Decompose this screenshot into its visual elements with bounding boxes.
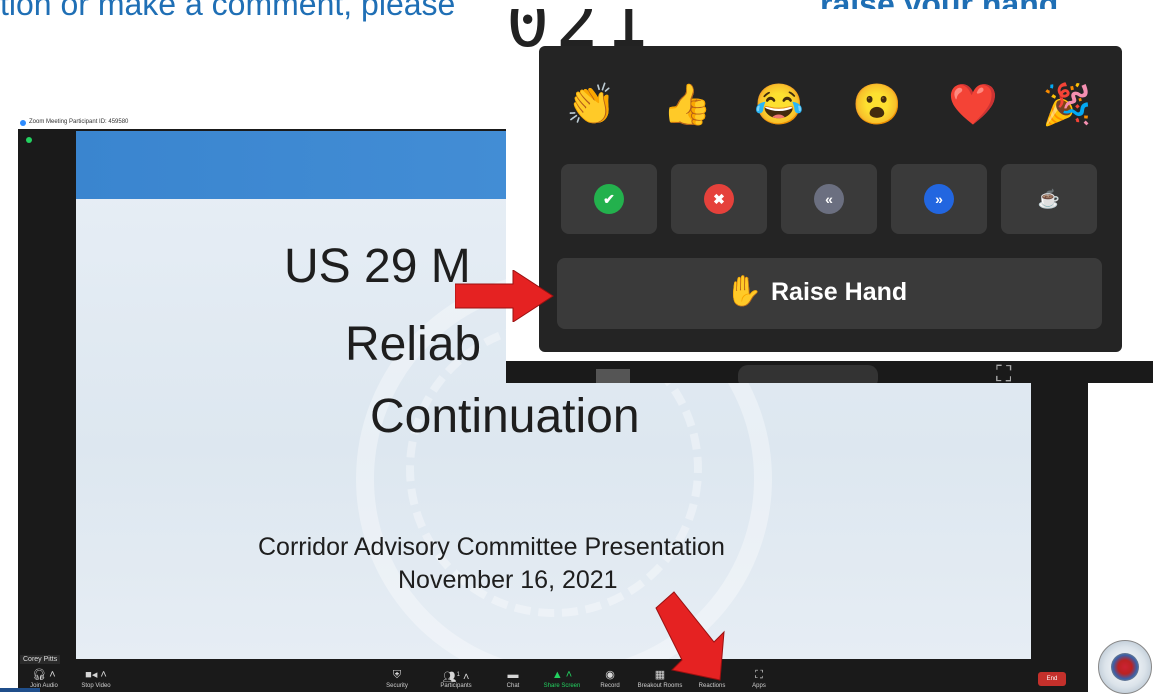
coffee-cup-icon: ☕ [1037,189,1061,209]
slide-title-line-2: Reliab [345,318,482,371]
security-shield-icon[interactable] [26,137,32,143]
slow-down-button[interactable]: « [781,164,877,234]
security-button[interactable]: ⛨ Security [375,669,419,689]
reactions-popup: 👏 👍 😂 😮 ❤️ 🎉 ✔ ✖ « » ☕ ✋ Raise Hand [539,46,1122,352]
slide-date: November 16, 2021 [398,566,618,594]
heading-prefix: tion or make a comment, please [0,0,456,22]
raised-hand-icon: ✋ [725,275,763,308]
joy-icon[interactable]: 😂 [749,76,809,134]
share-screen-button[interactable]: ▲ ˄ Share Screen [537,669,587,689]
clap-icon[interactable]: 👏 [561,76,621,134]
footer-accent-line [0,688,40,692]
seal-emblem [1111,653,1139,681]
breakout-rooms-icon [596,369,630,383]
record-label: Record [600,683,620,689]
participants-count: 1 [456,672,460,678]
video-camera-icon: ■◂ ˄ [85,669,107,681]
participants-label: Participants [440,683,472,689]
chat-button[interactable]: ▬ Chat [491,669,535,689]
reactions-zoom-inset: 021 👏 👍 😂 😮 ❤️ 🎉 ✔ ✖ « » ☕ ✋ Raise Hand [506,9,1153,383]
end-meeting-button[interactable]: End [1038,672,1066,686]
record-button[interactable]: ◉ Record [588,669,632,689]
slide-subtitle: Corridor Advisory Committee Presentation [258,533,725,561]
participants-button[interactable]: 👥︎1 ˄ Participants [431,669,481,689]
emoji-reactions-row: 👏 👍 😂 😮 ❤️ 🎉 [561,76,1111,134]
thumbs-up-icon[interactable]: 👍 [657,76,717,134]
open-mouth-icon[interactable]: 😮 [847,76,907,134]
shield-icon: ⛨ [392,669,402,681]
x-icon: ✖ [704,184,734,214]
join-audio-button[interactable]: 🎧︎ ˄ Join Audio [22,669,66,689]
breakout-rooms-label: Breakout Rooms [637,683,683,689]
apps-icon: ⛶ [996,361,1012,383]
yes-button[interactable]: ✔ [561,164,657,234]
window-title: Zoom Meeting Participant ID: 459580 [29,119,129,125]
share-screen-icon: ▲ ˄ [551,669,573,681]
security-label: Security [386,683,408,689]
participants-icon: 👥︎1 ˄ [442,671,470,684]
county-seal-logo [1098,640,1152,694]
reactions-icon [738,365,878,383]
fast-forward-icon: » [924,184,954,214]
headphones-icon: 🎧︎ ˄ [32,669,56,681]
coffee-button[interactable]: ☕ [1001,164,1097,234]
apps-icon: ⛶ [755,669,763,681]
inset-toolbar-strip: ⛶ [506,361,1153,383]
rewind-icon: « [814,184,844,214]
speed-up-button[interactable]: » [891,164,987,234]
heart-icon[interactable]: ❤️ [943,76,1003,134]
stop-video-label: Stop Video [81,683,111,689]
meeting-toolbar: 🎧︎ ˄ Join Audio ■◂ ˄ Stop Video ⛨ Securi… [18,667,1088,692]
participant-name-tag: Corey Pitts [20,655,61,664]
share-screen-label: Share Screen [543,683,581,689]
apps-label: Apps [752,683,766,689]
no-button[interactable]: ✖ [671,164,767,234]
raise-hand-button[interactable]: ✋ Raise Hand [557,258,1102,329]
checkmark-icon: ✔ [594,184,624,214]
raise-hand-label: Raise Hand [771,278,908,306]
slide-title-line-1: US 29 M [284,240,471,293]
slide-title-line-3: Continuation [370,390,640,443]
zoom-logo-icon [20,120,26,126]
stop-video-button[interactable]: ■◂ ˄ Stop Video [74,669,118,689]
party-popper-icon[interactable]: 🎉 [1037,76,1097,134]
reactions-label: Reactions [698,683,726,689]
arrow-to-reactions-icon [655,591,725,681]
record-icon: ◉ [605,669,615,681]
arrow-to-raise-hand-icon [455,270,554,322]
chat-label: Chat [506,683,520,689]
apps-button[interactable]: ⛶ Apps [737,669,781,689]
chat-bubble-icon: ▬ [507,669,519,681]
